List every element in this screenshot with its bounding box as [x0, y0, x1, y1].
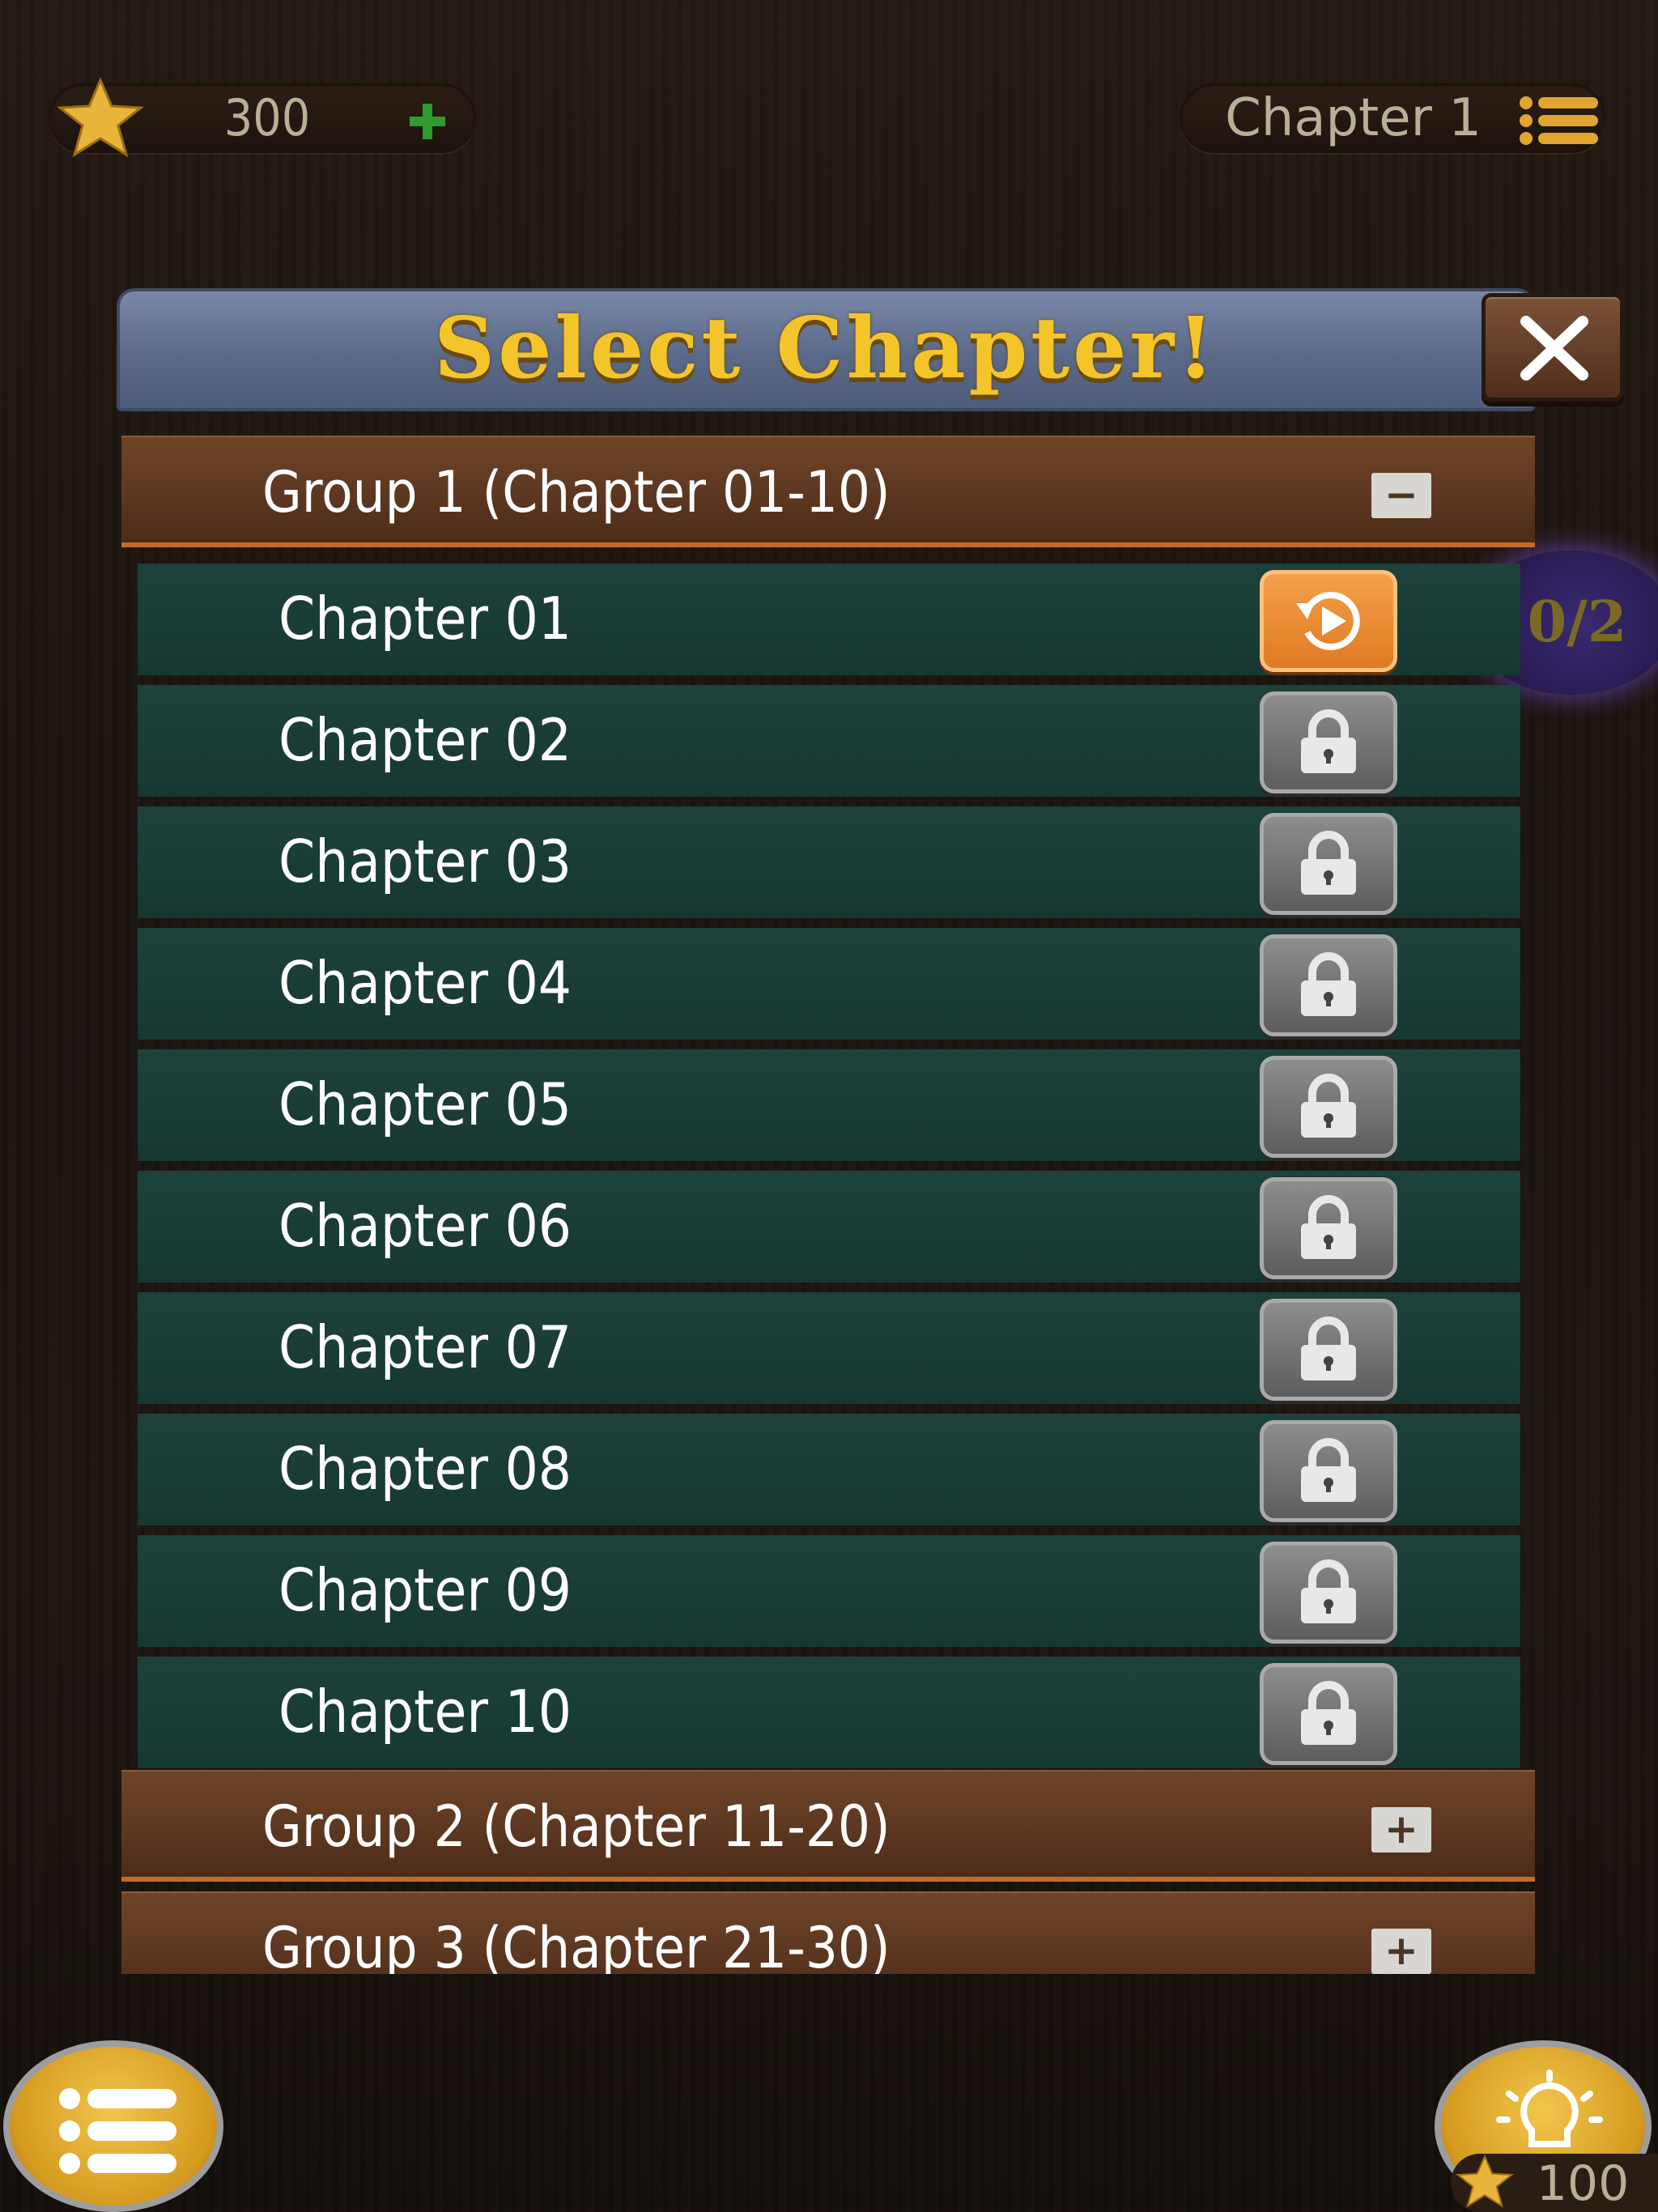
- chapter-label: Chapter 06: [278, 1192, 572, 1260]
- locked-button[interactable]: [1260, 934, 1397, 1036]
- chapter-label: Chapter 09: [278, 1556, 572, 1624]
- locked-button[interactable]: [1260, 1056, 1397, 1158]
- chapter-label: Chapter 01: [278, 585, 572, 653]
- chapter-row[interactable]: Chapter 09: [138, 1535, 1520, 1647]
- dialog-title: Select Chapter!: [434, 298, 1218, 398]
- locked-button[interactable]: [1260, 691, 1397, 793]
- chapter-label: Chapter 10: [278, 1678, 572, 1746]
- score-value: 300: [223, 88, 311, 147]
- chapter-label: Chapter 08: [278, 1435, 572, 1503]
- locked-button[interactable]: [1260, 1663, 1397, 1765]
- chapter-row[interactable]: Chapter 03: [138, 806, 1520, 918]
- play-button[interactable]: [1260, 570, 1397, 672]
- chapter-label: Chapter 02: [278, 706, 572, 774]
- collapse-button[interactable]: −: [1371, 473, 1431, 518]
- chapter-row[interactable]: Chapter 07: [138, 1292, 1520, 1404]
- chapter-row[interactable]: Chapter 01: [138, 564, 1520, 675]
- close-icon: [1520, 316, 1588, 381]
- padlock-icon: [1301, 1195, 1356, 1259]
- close-button[interactable]: [1482, 293, 1624, 402]
- locked-button[interactable]: [1260, 813, 1397, 915]
- menu-button[interactable]: [3, 2040, 223, 2212]
- padlock-icon: [1301, 1681, 1356, 1745]
- group-header-1[interactable]: Group 1 (Chapter 01-10) −: [121, 436, 1535, 547]
- current-chapter-label: Chapter 1: [1225, 88, 1482, 148]
- chapter-label: Chapter 05: [278, 1070, 572, 1138]
- padlock-icon: [1301, 1559, 1356, 1623]
- chapter-list[interactable]: Group 1 (Chapter 01-10) − Chapter 01 Cha…: [121, 436, 1535, 1974]
- locked-button[interactable]: [1260, 1542, 1397, 1644]
- chapter-label: Chapter 07: [278, 1313, 572, 1381]
- group-label: Group 2 (Chapter 11-20): [262, 1793, 891, 1860]
- hamburger-icon[interactable]: [1519, 96, 1600, 146]
- chapter-row[interactable]: Chapter 10: [138, 1657, 1520, 1768]
- locked-button[interactable]: [1260, 1177, 1397, 1279]
- chapter-row[interactable]: Chapter 04: [138, 928, 1520, 1040]
- padlock-icon: [1301, 709, 1356, 773]
- chapter-row[interactable]: Chapter 02: [138, 685, 1520, 797]
- chapter-row[interactable]: Chapter 05: [138, 1049, 1520, 1161]
- star-icon: [56, 77, 145, 158]
- list-menu-icon: [59, 2088, 176, 2174]
- locked-button[interactable]: [1260, 1420, 1397, 1522]
- chapter-label: Chapter 04: [278, 949, 572, 1017]
- padlock-icon: [1301, 1438, 1356, 1502]
- chapter-label: Chapter 03: [278, 827, 572, 895]
- group-header-2[interactable]: Group 2 (Chapter 11-20) +: [121, 1770, 1535, 1882]
- plus-icon[interactable]: [405, 99, 450, 144]
- padlock-icon: [1301, 831, 1356, 895]
- expand-button[interactable]: +: [1371, 1807, 1431, 1853]
- group-label: Group 1 (Chapter 01-10): [262, 459, 891, 525]
- padlock-icon: [1301, 1074, 1356, 1138]
- padlock-icon: [1301, 1317, 1356, 1380]
- chapter-row[interactable]: Chapter 06: [138, 1171, 1520, 1283]
- group-header-3[interactable]: Group 3 (Chapter 21-30) +: [121, 1891, 1535, 1974]
- group-label: Group 3 (Chapter 21-30): [262, 1915, 891, 1974]
- replay-play-icon: [1296, 592, 1360, 650]
- expand-button[interactable]: +: [1371, 1929, 1431, 1974]
- padlock-icon: [1301, 952, 1356, 1016]
- lightbulb-icon: [1496, 2069, 1603, 2147]
- locked-button[interactable]: [1260, 1299, 1397, 1401]
- chapter-row[interactable]: Chapter 08: [138, 1414, 1520, 1525]
- hint-cost: 100: [1536, 2155, 1630, 2212]
- star-icon: [1455, 2154, 1515, 2208]
